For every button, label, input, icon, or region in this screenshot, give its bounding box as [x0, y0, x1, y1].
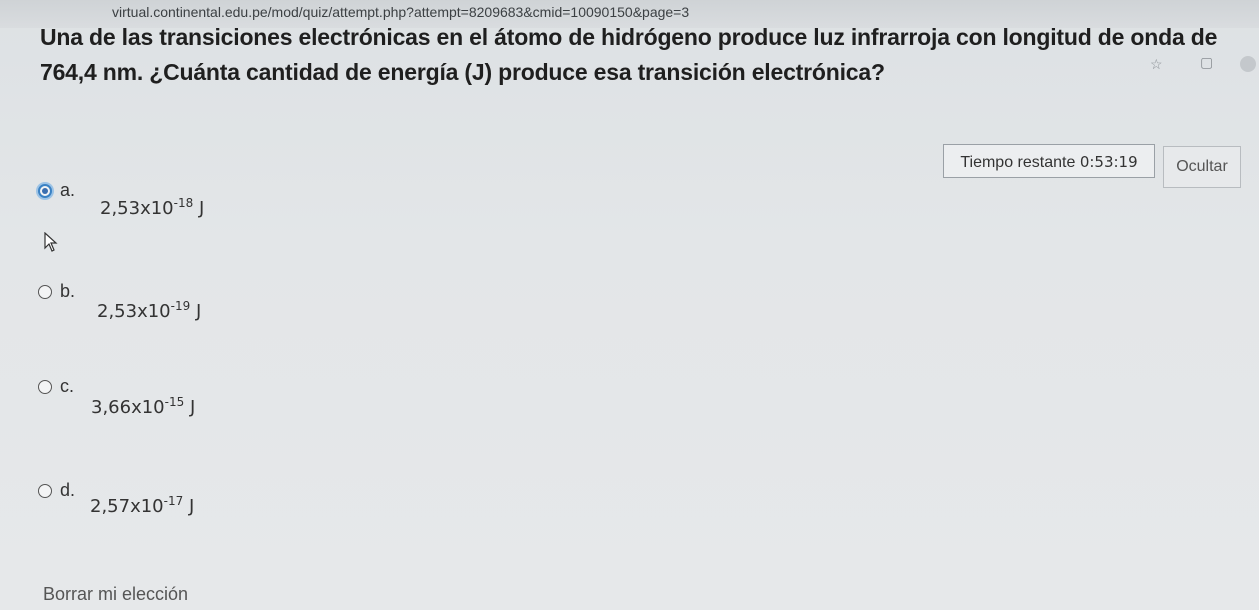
profile-icon[interactable]: [1240, 56, 1256, 72]
timer-value: 0:53:19: [1079, 153, 1138, 171]
option-letter: b.: [60, 281, 76, 301]
radio-icon[interactable]: [38, 184, 52, 198]
clear-choice-link[interactable]: Borrar mi elección: [43, 584, 188, 605]
option-answer: 2,53x10-19 J: [97, 299, 202, 322]
option-answer: 3,66x10-15 J: [91, 395, 196, 418]
radio-icon[interactable]: [38, 285, 52, 299]
time-remaining: Tiempo restante 0:53:19: [943, 144, 1155, 178]
hide-timer-button[interactable]: Ocultar: [1163, 146, 1241, 188]
option-letter: c.: [60, 376, 75, 396]
radio-icon[interactable]: [38, 380, 52, 394]
question-text: Una de las transiciones electrónicas en …: [40, 24, 1218, 85]
radio-icon[interactable]: [38, 484, 52, 498]
option-letter: a.: [60, 180, 76, 200]
timer-label: Tiempo restante: [960, 154, 1076, 171]
url-text[interactable]: virtual.continental.edu.pe/mod/quiz/atte…: [112, 4, 689, 20]
option-answer: 2,53x10-18 J: [100, 196, 205, 219]
option-answer: 2,57x10-17 J: [90, 494, 195, 517]
option-letter: d.: [60, 480, 76, 500]
